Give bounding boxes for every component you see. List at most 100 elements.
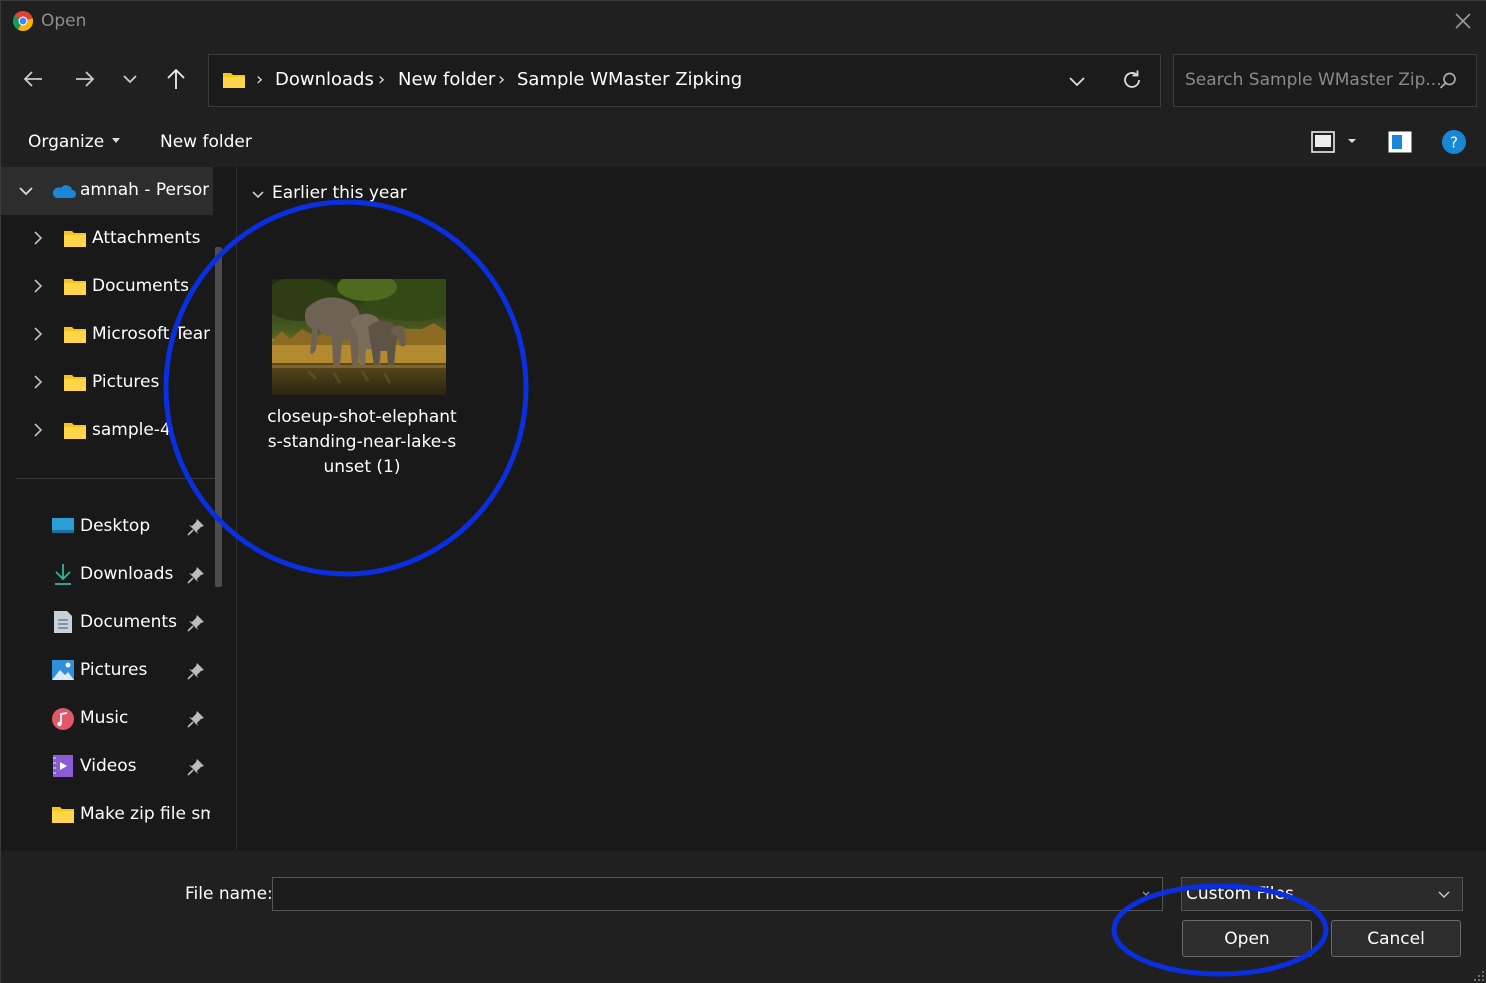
sidebar-item-videos[interactable]: Videos (1, 743, 213, 791)
sidebar-item-attachments[interactable]: Attachments (1, 215, 213, 263)
sidebar-item-microsoft-teams[interactable]: Microsoft Tean (1, 311, 213, 359)
title-bar: Open (1, 1, 1486, 43)
view-options-caret-icon[interactable] (1347, 137, 1357, 145)
new-folder-button[interactable]: New folder (160, 132, 252, 152)
back-arrow-icon (23, 71, 42, 87)
organize-label: Organize (28, 132, 105, 152)
sidebar-item-label: Pictures (80, 660, 148, 680)
command-bar: Organize New folder ? (1, 117, 1486, 167)
elephants-photo-thumbnail (272, 279, 446, 395)
up-button[interactable] (160, 63, 192, 95)
sidebar-item-pictures-folder[interactable]: Pictures (1, 359, 213, 407)
back-button[interactable] (17, 63, 49, 95)
sidebar-item-label: Videos (80, 756, 137, 776)
sidebar-item-music[interactable]: Music (1, 695, 213, 743)
caret-down-icon (112, 138, 121, 143)
pin-icon[interactable] (187, 614, 205, 632)
chevron-right-icon[interactable] (32, 422, 44, 438)
svg-text:?: ? (1450, 134, 1458, 152)
group-header[interactable]: Earlier this year (272, 183, 407, 203)
organize-button[interactable]: Organize (28, 132, 121, 152)
breadcrumb-separator: › (256, 69, 264, 90)
sidebar-item-documents[interactable]: Documents (1, 263, 213, 311)
forward-button[interactable] (69, 63, 101, 95)
forward-arrow-icon (76, 71, 95, 87)
file-name: closeup-shot-elephant s-standing-near-la… (261, 405, 463, 480)
sidebar-item-label: Desktop (80, 516, 151, 536)
file-list: Earlier this year closeup-shot-elephant … (237, 167, 1486, 851)
address-bar[interactable]: › Downloads › New folder › Sample WMaste… (208, 54, 1161, 107)
breadcrumb-separator: › (498, 69, 506, 90)
search-box[interactable]: Search Sample WMaster Zip... (1173, 54, 1477, 107)
help-icon[interactable]: ? (1441, 129, 1467, 155)
chevron-down-icon (123, 75, 137, 84)
chevron-down-icon[interactable] (251, 189, 265, 201)
file-name-line: s-standing-near-lake-s (267, 432, 457, 452)
chevron-right-icon[interactable] (32, 278, 44, 294)
onedrive-icon (52, 185, 76, 198)
file-name-dropdown-icon[interactable] (1141, 889, 1151, 899)
cancel-button[interactable]: Cancel (1331, 920, 1461, 957)
sidebar-item-desktop[interactable]: Desktop (1, 503, 213, 551)
open-dialog: Open › Downloads › New folder › Sample W… (0, 0, 1486, 983)
change-view-icon[interactable] (1310, 130, 1336, 154)
chevron-right-icon[interactable] (32, 374, 44, 390)
file-name-line: unset (1) (323, 457, 401, 477)
pin-icon[interactable] (187, 662, 205, 680)
chevron-right-icon[interactable] (32, 230, 44, 246)
pictures-icon (52, 660, 74, 680)
pin-icon[interactable] (187, 566, 205, 584)
folder-icon (64, 231, 86, 247)
folder-icon (64, 423, 86, 439)
breadcrumb-new-folder[interactable]: New folder (398, 69, 495, 90)
search-input[interactable]: Search Sample WMaster Zip... (1185, 70, 1442, 90)
up-arrow-icon (167, 68, 185, 89)
file-type-select[interactable]: Custom Files (1181, 877, 1463, 911)
file-name-label: File name: (185, 884, 273, 904)
navigation-bar: › Downloads › New folder › Sample WMaste… (1, 43, 1486, 117)
breadcrumb-current-folder[interactable]: Sample WMaster Zipking (517, 69, 742, 90)
close-icon[interactable] (1451, 9, 1475, 33)
sidebar-item-label: Downloads (80, 564, 174, 584)
pin-icon[interactable] (187, 518, 205, 536)
search-icon (1439, 72, 1456, 89)
videos-icon (53, 755, 73, 777)
sidebar-item-documents-quick[interactable]: Documents (1, 599, 213, 647)
sidebar-scrollbar[interactable] (215, 247, 222, 587)
folder-icon (64, 327, 86, 343)
breadcrumb-separator: › (378, 69, 386, 90)
sidebar-item-label: Make zip file sm (80, 804, 210, 824)
file-type-value: Custom Files (1186, 884, 1294, 904)
preview-pane-icon[interactable] (1387, 130, 1413, 154)
window-title: Open (41, 11, 87, 31)
sidebar-item-downloads[interactable]: Downloads (1, 551, 213, 599)
documents-icon (54, 611, 72, 633)
chevron-down-icon[interactable] (18, 184, 34, 198)
refresh-icon[interactable] (1120, 68, 1144, 92)
sidebar-item-pictures-quick[interactable]: Pictures (1, 647, 213, 695)
file-name-field[interactable] (272, 877, 1163, 911)
folder-icon (223, 73, 245, 88)
downloads-icon (55, 564, 71, 585)
recent-locations-button[interactable] (114, 63, 146, 95)
resize-grip-icon[interactable] (1473, 970, 1485, 982)
file-name-line: closeup-shot-elephant (267, 407, 457, 427)
navigation-pane: amnah - Persona Attachments Documents Mi… (1, 167, 237, 851)
file-item[interactable]: closeup-shot-elephant s-standing-near-la… (261, 273, 463, 483)
sidebar-root-label: amnah - Persona (80, 180, 209, 200)
sidebar-item-onedrive[interactable]: amnah - Persona (1, 167, 213, 215)
pin-icon[interactable] (187, 710, 205, 728)
sidebar-item-label: Documents (80, 612, 177, 632)
sidebar-item-make-zip-file[interactable]: Make zip file sm (1, 791, 213, 839)
desktop-icon (52, 518, 74, 533)
sidebar-divider (16, 478, 216, 479)
breadcrumb-downloads[interactable]: Downloads (275, 69, 374, 90)
chevron-right-icon[interactable] (32, 326, 44, 342)
pin-icon[interactable] (187, 758, 205, 776)
sidebar-item-label: Music (80, 708, 129, 728)
sidebar-item-label: Documents (92, 276, 189, 296)
chevron-down-icon (1438, 891, 1450, 898)
address-history-chevron-icon[interactable] (1066, 70, 1088, 92)
open-button[interactable]: Open (1182, 920, 1312, 957)
sidebar-item-sample-4[interactable]: sample-4 (1, 407, 213, 455)
